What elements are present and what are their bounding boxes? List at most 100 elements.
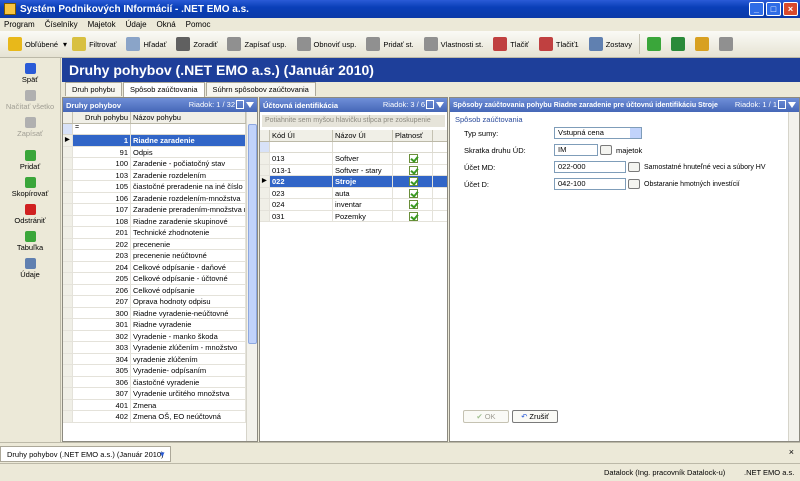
col-nazov-pohybu[interactable]: Názov pohybu (131, 112, 246, 123)
posting-scrollbar[interactable] (788, 112, 799, 441)
table-row[interactable]: 91 Odpis (63, 146, 257, 158)
toolbar-printer-button[interactable]: Tlačiť (488, 33, 534, 55)
valid-checkbox[interactable] (409, 188, 418, 198)
table-row[interactable]: 106 Zaradenie rozdelením-množstva (63, 192, 257, 204)
toolbar-column-properties-button[interactable]: Vlastnosti st. (419, 33, 489, 55)
column-chooser-icon[interactable] (236, 100, 244, 109)
filter-input[interactable] (393, 142, 433, 152)
valid-checkbox[interactable] (409, 154, 418, 163)
toolbar-printer-alt-button[interactable]: Tlačiť1 (534, 33, 584, 55)
column-chooser-icon[interactable] (778, 100, 786, 109)
toolbar-star-button[interactable]: Obľúbené (3, 33, 63, 55)
col-kod-ui[interactable]: Kód ÚI (270, 130, 333, 141)
chevron-down-icon[interactable] (630, 128, 641, 138)
import-icon[interactable] (694, 37, 709, 51)
table-row[interactable]: 202 precenenie (63, 238, 257, 250)
close-button[interactable]: × (783, 2, 798, 16)
table-row[interactable]: 031 Pozemky (260, 210, 447, 222)
toolbar-filter-button[interactable]: Filtrovať (67, 33, 121, 55)
table-row[interactable]: ▶ 1 Riadne zaradenie (63, 135, 257, 147)
sidebar-item-save-down[interactable]: Zapísať (0, 115, 60, 142)
movements-scrollbar[interactable] (246, 112, 257, 441)
toolbar-restore-layout-button[interactable]: Obnoviť usp. (292, 33, 362, 55)
menu-okna[interactable]: Okná (157, 20, 176, 29)
table-row[interactable]: 203 precenenie neúčtovné (63, 250, 257, 262)
table-row[interactable]: 205 Celkové odpísanie - účtovné (63, 273, 257, 285)
ucet-md-lookup-button[interactable] (628, 162, 640, 172)
table-row[interactable]: 103 Zaradenie rozdelením (63, 169, 257, 181)
panel-menu-icon[interactable] (436, 102, 444, 108)
cancel-button[interactable]: ↶ Zrušiť (512, 410, 558, 423)
table-row[interactable]: 306 čiastočné vyradenie (63, 376, 257, 388)
sidebar-item-delete-x[interactable]: Odstrániť (0, 202, 60, 229)
menu-program[interactable]: Program (4, 20, 35, 29)
table-row[interactable]: 401 Zmena (63, 399, 257, 411)
ucet-md-input[interactable]: 022-000 (554, 161, 626, 173)
close-icon[interactable]: × (789, 447, 794, 457)
maximize-button[interactable]: □ (766, 2, 781, 16)
toolbar-add-column-button[interactable]: Pridať st. (361, 33, 418, 55)
filter-edit-icon[interactable] (63, 124, 73, 134)
valid-checkbox[interactable] (409, 200, 418, 209)
filter-input[interactable] (333, 142, 393, 152)
column-chooser-icon[interactable] (426, 100, 434, 109)
valid-checkbox[interactable] (409, 211, 418, 221)
tab-suhrn-sposobov[interactable]: Súhrn spôsobov zaúčtovania (205, 82, 316, 96)
col-druh-pohybu[interactable]: Druh pohybu (73, 112, 131, 123)
table-row[interactable]: 402 Zmena OŠ, EO neúčtovná (63, 411, 257, 423)
skratka-input[interactable]: IM (554, 144, 598, 156)
filter-input[interactable] (131, 124, 246, 134)
table-row[interactable]: 204 Celkové odpísanie - daňové (63, 261, 257, 273)
sidebar-item-plus[interactable]: Pridať (0, 148, 60, 175)
panel-menu-icon[interactable] (246, 102, 254, 108)
table-row[interactable]: 301 Riadne vyradenie (63, 319, 257, 331)
toolbar-sort-az-button[interactable]: Zoradiť (171, 33, 222, 55)
toolbar-magnifier-button[interactable]: Hľadať (121, 33, 171, 55)
group-by-hint[interactable]: Potiahnite sem myšou hlavičku stĺpca pre… (262, 115, 445, 127)
table-row[interactable]: 207 Oprava hodnoty odpisu (63, 296, 257, 308)
table-row[interactable]: 024 inventar (260, 199, 447, 211)
document-tab[interactable]: Druhy pohybov (.NET EMO a.s.) (Január 20… (0, 446, 171, 462)
col-platnost[interactable]: Platnosť (393, 130, 433, 141)
filter-operator[interactable]: = (73, 124, 131, 134)
export-icon[interactable] (670, 37, 685, 51)
sidebar-item-load-all[interactable]: Načítať všetko (0, 88, 60, 115)
filter-input[interactable] (270, 142, 333, 152)
tab-druh-pohybu[interactable]: Druh pohybu (65, 82, 122, 96)
menu-majetok[interactable]: Majetok (88, 20, 116, 29)
table-row[interactable]: 307 Vyradenie určitého množstva (63, 388, 257, 400)
sidebar-item-back-arrow[interactable]: Späť (0, 61, 60, 88)
calendar-icon[interactable] (646, 37, 661, 51)
filter-edit-icon[interactable] (260, 142, 270, 152)
menu-ciselniky[interactable]: Číselníky (45, 20, 78, 29)
table-row[interactable]: 302 Vyradenie - manko škoda (63, 330, 257, 342)
table-row[interactable]: 206 Celkové odpísanie (63, 284, 257, 296)
col-nazov-ui[interactable]: Názov ÚI (333, 130, 393, 141)
ucet-d-input[interactable]: 042-100 (554, 178, 626, 190)
table-row[interactable]: 303 Vyradenie zlúčením - množstvo (63, 342, 257, 354)
table-row[interactable]: 300 Riadne vyradenie-neúčtovné (63, 307, 257, 319)
table-row[interactable]: 108 Riadne zaradenie skupinové (63, 215, 257, 227)
minimize-button[interactable]: _ (749, 2, 764, 16)
sidebar-item-copy[interactable]: Skopírovať (0, 175, 60, 202)
sidebar-item-checkmark[interactable]: Tabuľka (0, 229, 60, 256)
grid-icon[interactable] (718, 37, 733, 51)
scroll-thumb[interactable] (248, 124, 257, 344)
typ-sumy-select[interactable]: Vstupná cena (554, 127, 642, 139)
toolbar-reports-button[interactable]: Zostavy (584, 33, 637, 55)
valid-checkbox[interactable] (409, 177, 418, 186)
table-row[interactable]: 201 Technické zhodnotenie (63, 227, 257, 239)
ucet-d-lookup-button[interactable] (628, 179, 640, 189)
table-row[interactable]: 305 Vyradenie- odpísaním (63, 365, 257, 377)
menu-udaje[interactable]: Údaje (126, 20, 147, 29)
ok-button[interactable]: ✔ OK (463, 410, 509, 423)
table-row[interactable]: 100 Zaradenie - počiatočný stav (63, 158, 257, 170)
table-row[interactable]: 304 vyradenie zlúčením (63, 353, 257, 365)
toolbar-save-layout-button[interactable]: Zapísať usp. (222, 33, 291, 55)
panel-menu-icon[interactable] (788, 102, 796, 108)
skratka-lookup-button[interactable] (600, 145, 612, 155)
table-row[interactable]: 023 auta (260, 187, 447, 199)
table-row[interactable]: 013-1 Softver - stary (260, 164, 447, 176)
table-row[interactable]: 013 Softver (260, 153, 447, 165)
sidebar-item-data[interactable]: Údaje (0, 256, 60, 283)
